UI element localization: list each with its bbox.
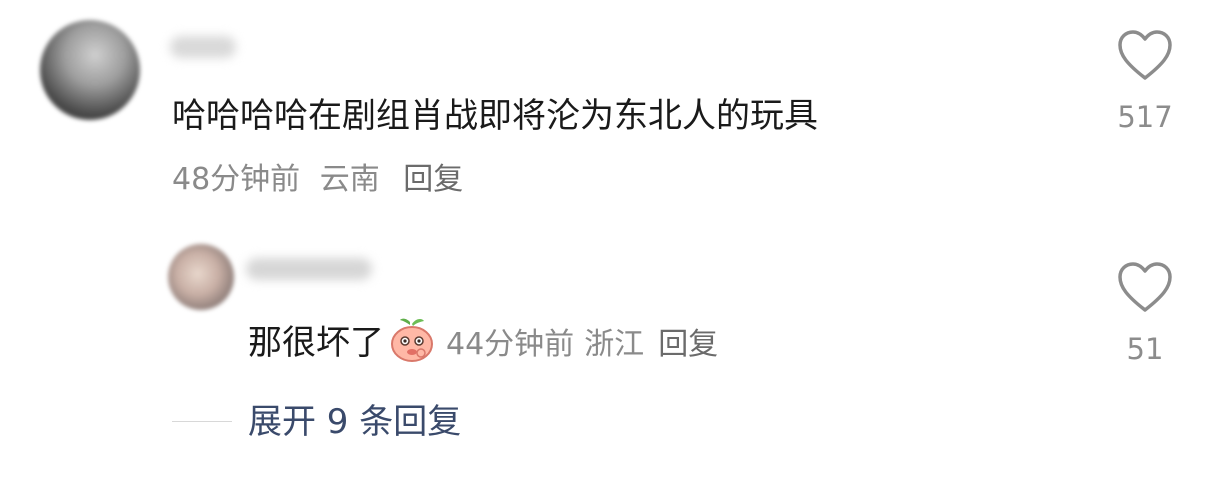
reply-reply-button[interactable]: 回复 [658,327,718,362]
reply-row: 那很坏了 44分钟前 浙江 回复 [248,316,718,364]
reply-like-count: 51 [1126,332,1164,366]
heart-outline-icon[interactable] [1117,30,1173,82]
reply-time: 44分钟前 [446,327,575,362]
comment-text: 哈哈哈哈在剧组肖战即将沦为东北人的玩具 [172,96,818,136]
reply-button[interactable]: 回复 [403,162,463,197]
reply-username-blurred[interactable] [246,258,372,280]
reply-location: 浙江 [584,327,645,362]
username-blurred[interactable] [170,36,236,58]
reply-avatar[interactable] [168,244,234,310]
reply-like-button[interactable]: 51 [1110,262,1180,366]
avatar[interactable] [40,20,140,120]
peach-face-emoji-icon [386,316,438,364]
like-button[interactable]: 517 [1110,30,1180,134]
heart-outline-icon[interactable] [1117,262,1173,314]
expand-replies-button[interactable]: 展开 9 条回复 [248,402,461,442]
comment-meta: 48分钟前 云南 回复 [172,162,463,198]
comment-time: 48分钟前 [172,162,301,197]
divider [172,421,232,422]
comment-location: 云南 [319,162,380,197]
like-count: 517 [1117,100,1173,134]
reply-text: 那很坏了 [248,323,384,363]
